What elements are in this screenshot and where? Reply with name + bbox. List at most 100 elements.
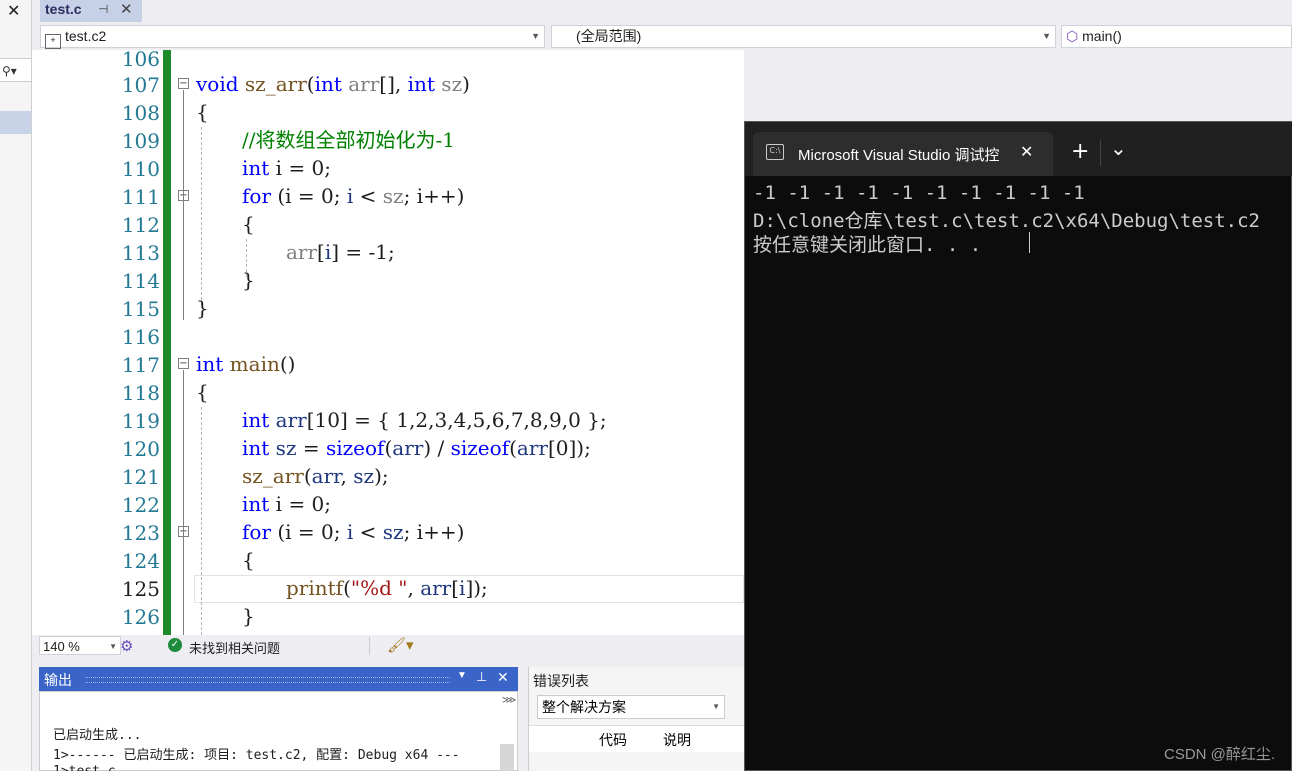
pin-icon[interactable]: ⊣ (98, 2, 108, 16)
output-panel-header: 输出 ▼ ⊥ ✕ (39, 667, 518, 691)
code-line-125: printf("%d ", arr[i]); (286, 576, 488, 600)
close-icon[interactable]: ✕ (1020, 142, 1033, 161)
member-label: main() (1082, 28, 1122, 44)
code-line-112: { (242, 212, 255, 236)
line-number: 112 (121, 213, 160, 237)
project-icon: + (45, 34, 61, 49)
code-line-110: int i = 0; (242, 156, 332, 180)
tab-close-icon[interactable]: ✕ (120, 0, 133, 18)
console-line: D:\clone仓库\test.c\test.c2\x64\Debug\test… (753, 210, 1260, 232)
line-number: 116 (121, 325, 160, 349)
line-number-current: 125 (121, 577, 160, 601)
change-indicator-bar (163, 50, 171, 635)
document-tab-strip (32, 0, 1292, 22)
column-code[interactable]: 代码 (599, 730, 627, 750)
column-description[interactable]: 说明 (663, 730, 691, 750)
chevron-down-icon[interactable]: ▼ (457, 670, 467, 681)
line-number: 106 (121, 47, 160, 71)
line-number: 122 (121, 493, 160, 517)
chevron-down-icon: ▼ (109, 642, 117, 651)
error-list-panel: 错误列表 整个解决方案 ▼ 代码 说明 (528, 667, 745, 771)
code-line-117: int main() (196, 352, 296, 376)
console-tab[interactable]: C:\ Microsoft Visual Studio 调试控 ✕ (753, 132, 1053, 176)
scope-filter-dropdown[interactable]: 整个解决方案 ▼ (537, 695, 725, 719)
code-line-121: sz_arr(arr, sz); (242, 464, 389, 488)
tab-label: test.c (45, 1, 82, 17)
pin-icon[interactable]: ⊥ (476, 669, 487, 685)
divider (369, 637, 370, 655)
line-number: 124 (121, 549, 160, 573)
output-line: 1>------ 已启动生成: 项目: test.c2, 配置: Debug x… (53, 748, 460, 763)
close-icon[interactable]: ✕ (497, 669, 509, 686)
line-number: 119 (121, 409, 160, 433)
line-number: 121 (121, 465, 160, 489)
zoom-dropdown[interactable]: 140 % ▼ (39, 636, 121, 655)
code-line-113: arr[i] = -1; (286, 240, 395, 264)
cube-icon: ⬡ (1066, 28, 1079, 44)
selected-tree-item[interactable] (0, 111, 31, 134)
brush-icon[interactable]: 🖌▾ (387, 636, 414, 654)
scrollbar[interactable] (500, 744, 514, 771)
grip (85, 677, 450, 683)
output-title: 输出 (44, 672, 72, 688)
code-line-122: int i = 0; (242, 492, 332, 516)
error-list-header (529, 725, 745, 752)
line-number: 114 (121, 269, 160, 293)
code-line-115: } (196, 296, 209, 320)
line-number: 109 (121, 129, 160, 153)
fold-guide (183, 370, 184, 635)
fold-toggle[interactable]: − (178, 78, 189, 89)
output-line: 已启动生成... (53, 728, 142, 743)
line-number: 113 (121, 241, 160, 265)
line-number: 118 (121, 381, 160, 405)
line-number: 120 (121, 437, 160, 461)
code-line-114: } (242, 268, 255, 292)
terminal-icon: C:\ (766, 144, 784, 160)
divider (1100, 140, 1101, 166)
issues-status[interactable]: 未找到相关问题 (189, 638, 280, 657)
search-icon[interactable]: ⚲▾ (0, 58, 31, 82)
code-line-118: { (196, 380, 209, 404)
line-number: 123 (121, 521, 160, 545)
line-number: 108 (121, 101, 160, 125)
project-dropdown[interactable]: + test.c2 ▼ (40, 25, 545, 49)
code-line-107: void sz_arr(int arr[], int sz) (196, 72, 470, 96)
code-line-108: { (196, 100, 209, 124)
indent-guide (201, 127, 202, 305)
check-icon: ✓ (168, 638, 182, 652)
watermark: CSDN @醉红尘. (1164, 746, 1276, 763)
console-line: 按任意键关闭此窗口. . . (753, 234, 982, 256)
output-line: 1>test.c (53, 764, 116, 771)
text-cursor (1029, 232, 1030, 253)
line-number: 126 (121, 605, 160, 629)
line-number: 110 (121, 157, 160, 181)
chevron-down-icon: ▼ (1042, 31, 1051, 41)
code-line-111: for (i = 0; i < sz; i++) (242, 184, 465, 208)
intellicode-icon[interactable]: ⚙ (120, 637, 133, 655)
fold-toggle[interactable]: − (178, 358, 189, 369)
indent-guide (201, 407, 202, 635)
overflow-icon[interactable]: ⋙ (502, 695, 516, 706)
console-title: Microsoft Visual Studio 调试控 (798, 147, 1000, 164)
line-number: 111 (121, 185, 160, 209)
chevron-down-icon[interactable]: ⌄ (1110, 136, 1127, 160)
line-number: 115 (121, 297, 160, 321)
line-number: 107 (121, 73, 160, 97)
error-list-title: 错误列表 (533, 673, 589, 689)
chevron-down-icon: ▼ (531, 31, 540, 41)
close-icon[interactable]: ✕ (7, 0, 25, 22)
console-line: -1 -1 -1 -1 -1 -1 -1 -1 -1 -1 (753, 182, 1085, 204)
code-line-109: //将数组全部初始化为-1 (242, 128, 455, 152)
code-line-119: int arr[10] = { 1,2,3,4,5,6,7,8,9,0 }; (242, 408, 607, 432)
member-dropdown[interactable]: ⬡ main() (1061, 25, 1292, 48)
fold-guide (183, 90, 184, 320)
line-number: 117 (121, 353, 160, 377)
code-line-124: { (242, 548, 255, 572)
scope-filter-label: 整个解决方案 (542, 699, 626, 715)
scope-dropdown[interactable]: (全局范围) ▼ (551, 25, 1056, 48)
code-line-126: } (242, 604, 255, 628)
zoom-level: 140 % (43, 639, 80, 654)
new-tab-icon[interactable]: + (1071, 139, 1089, 164)
code-line-120: int sz = sizeof(arr) / sizeof(arr[0]); (242, 436, 591, 460)
chevron-down-icon: ▼ (712, 702, 720, 711)
